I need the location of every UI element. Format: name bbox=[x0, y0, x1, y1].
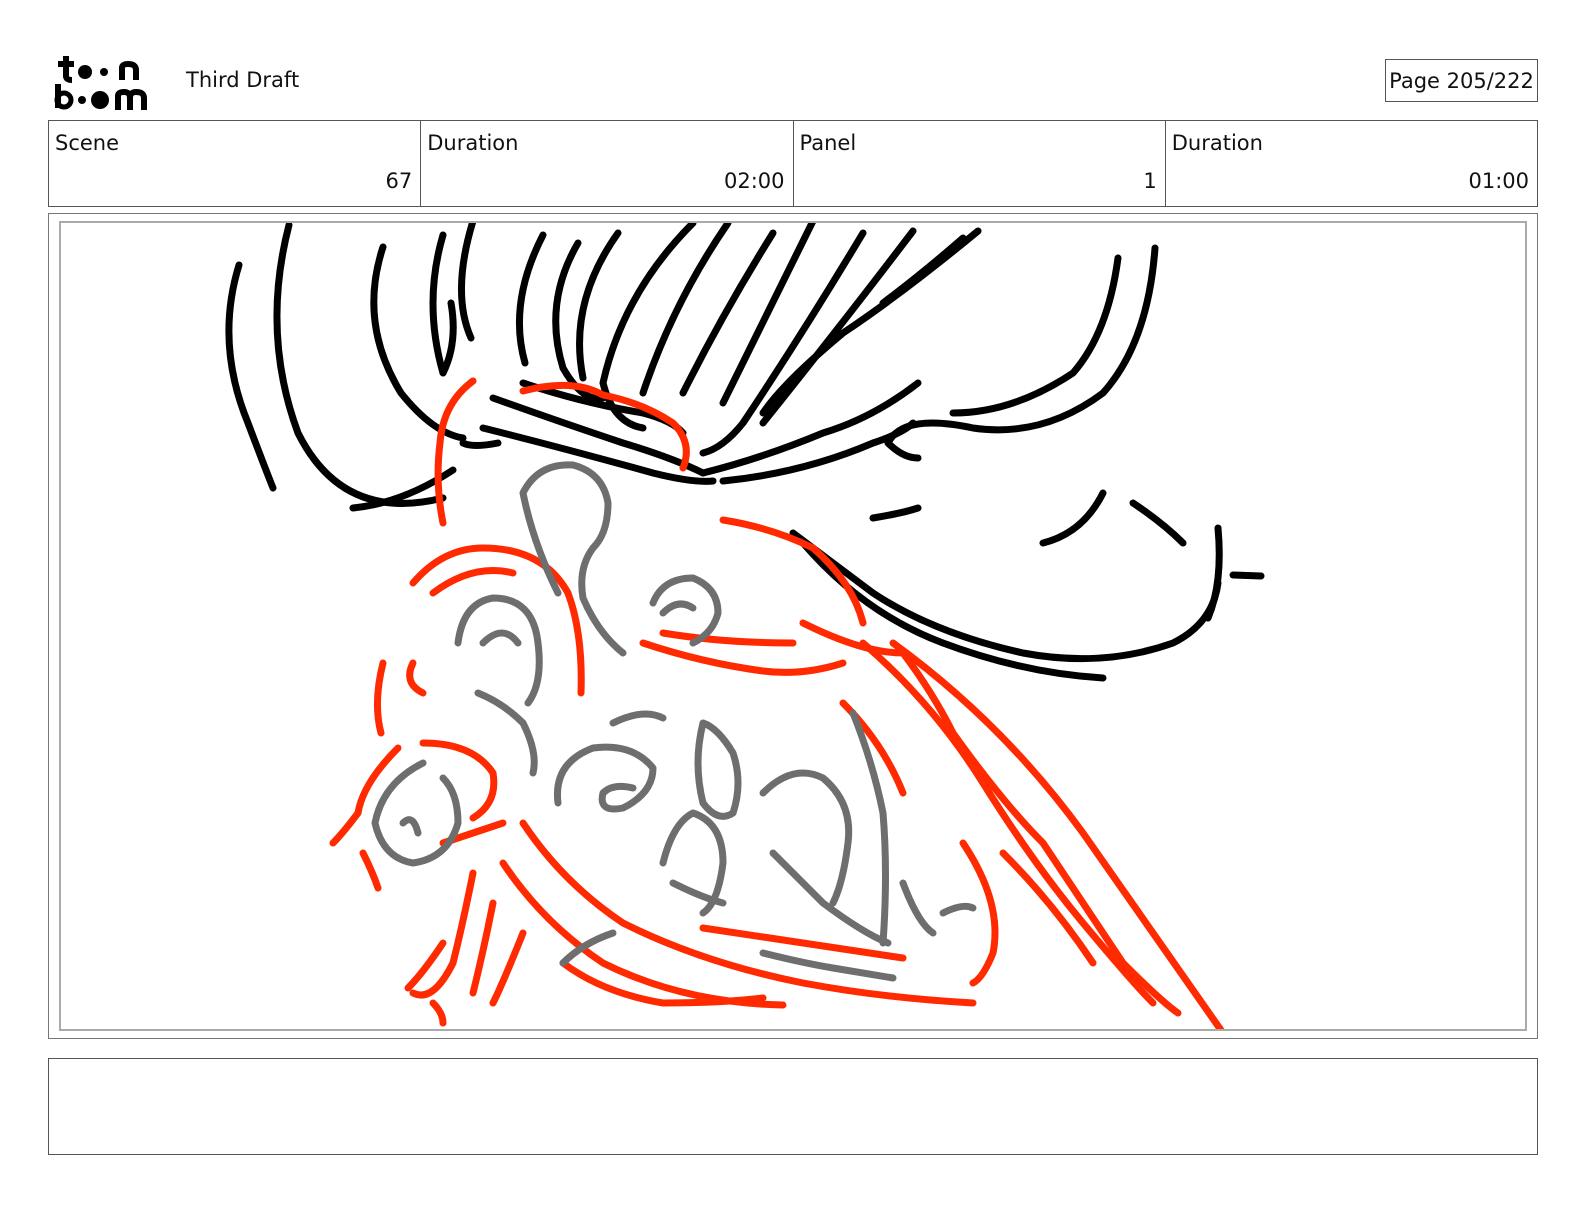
panel-value: 1 bbox=[1143, 169, 1157, 193]
panel-sketch bbox=[225, 223, 1265, 1029]
scene-cell: Scene 67 bbox=[49, 121, 422, 206]
panel-duration-value: 01:00 bbox=[1468, 169, 1529, 193]
sketch-layer-red bbox=[329, 377, 1225, 1029]
scene-info-table: Scene 67 Duration 02:00 Panel 1 Duration… bbox=[48, 120, 1538, 207]
page-indicator: Page 205/222 bbox=[1385, 59, 1538, 102]
panel-cell: Panel 1 bbox=[794, 121, 1166, 206]
panel-duration-cell: Duration 01:00 bbox=[1166, 121, 1537, 206]
panel-notes-box bbox=[48, 1058, 1538, 1155]
toon-boom-logo bbox=[54, 56, 147, 110]
document-title: Third Draft bbox=[186, 68, 300, 92]
sketch-layer-black bbox=[225, 223, 1265, 682]
storyboard-panel bbox=[59, 221, 1527, 1031]
scene-value: 67 bbox=[385, 169, 413, 193]
scene-duration-cell: Duration 02:00 bbox=[421, 121, 794, 206]
storyboard-panel-frame bbox=[48, 213, 1538, 1039]
panel-label: Panel bbox=[799, 131, 857, 155]
scene-duration-value: 02:00 bbox=[723, 169, 785, 193]
panel-duration-label: Duration bbox=[1171, 131, 1263, 155]
scene-label: Scene bbox=[55, 131, 120, 155]
scene-duration-label: Duration bbox=[427, 131, 519, 155]
